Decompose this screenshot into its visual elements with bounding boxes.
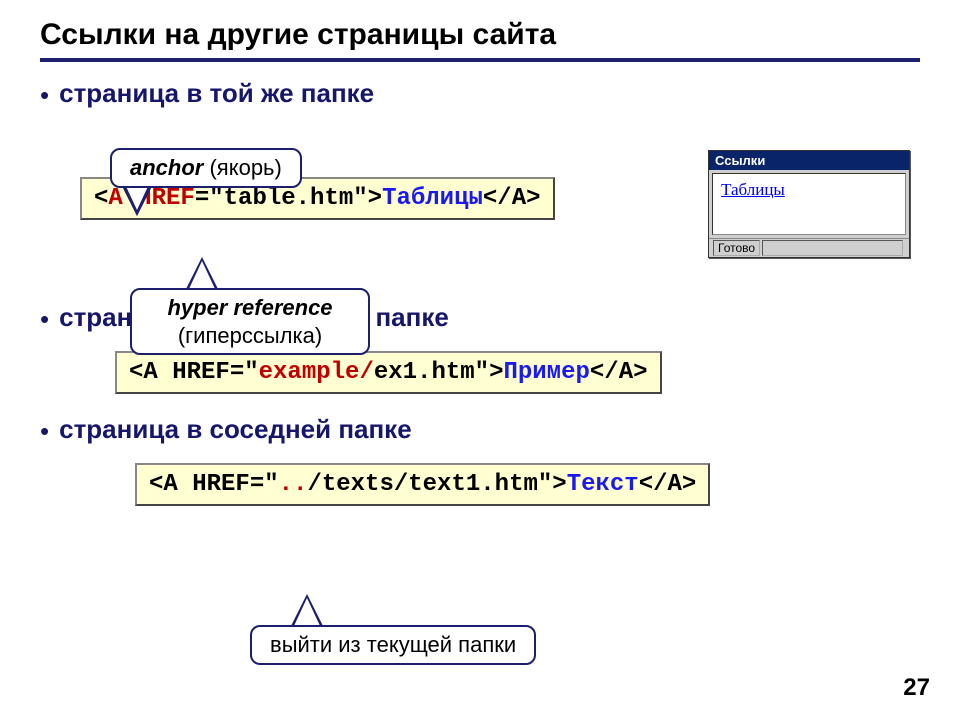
browser-viewport: Таблицы [712,173,906,235]
code-seg: < [94,185,108,212]
bullet-sibling-folder: • страница в соседней папке [40,414,920,445]
title-underline [40,58,920,62]
callout-plain: (гиперссылка) [150,322,350,350]
code-seg: </A> [590,359,648,386]
callout-href: hyper reference (гиперссылка) [130,288,370,355]
code-linktext: Пример [503,359,589,386]
bullet-dot: • [40,306,49,332]
callout-plain: (якорь) [203,155,281,180]
bullet-dot: • [40,82,49,108]
code-example-2: <A HREF="example/ex1.htm">Пример</A> [115,351,662,394]
code-example-3: <A HREF="../texts/text1.htm">Текст</A> [135,463,710,506]
code-seg: <A HREF=" [149,471,279,498]
page-number: 27 [903,674,930,702]
code-seg: /texts/text1.htm"> [307,471,566,498]
code-linktext: Таблицы [382,185,483,212]
code-dots: .. [279,471,308,498]
browser-preview: Ссылки Таблицы Готово [708,150,910,258]
browser-link[interactable]: Таблицы [721,180,785,199]
bullet-same-folder: • страница в той же папке [40,78,920,109]
browser-titlebar: Ссылки [709,151,909,170]
code-seg: </A> [483,185,541,212]
code-seg: </A> [639,471,697,498]
code-linktext: Текст [567,471,639,498]
page-title: Ссылки на другие страницы сайта [40,18,920,52]
browser-status-spacer [762,240,903,256]
callout-anchor: anchor (якорь) [110,148,302,188]
browser-status-text: Готово [713,240,760,256]
callout-em: hyper reference [150,294,350,322]
bullet-label: страница в той же папке [59,78,374,109]
code-seg: ex1.htm"> [374,359,504,386]
bullet-label: страница в соседней папке [59,414,412,445]
callout-text: выйти из текущей папки [270,632,516,657]
code-seg: <A HREF=" [129,359,259,386]
browser-statusbar: Готово [709,238,909,257]
callout-em: anchor [130,155,203,180]
code-seg: ="table.htm"> [195,185,382,212]
callout-exit-folder: выйти из текущей папки [250,625,536,665]
code-folder: example/ [259,359,374,386]
bullet-dot: • [40,418,49,444]
